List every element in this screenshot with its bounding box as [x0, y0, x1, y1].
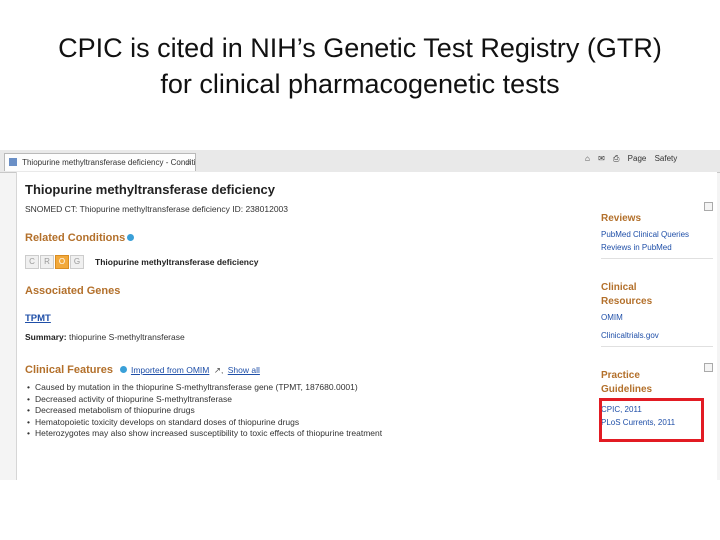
- gene-summary: Summary: thiopurine S-methyltransferase: [25, 332, 585, 342]
- slide-title-line-2: for clinical pharmacogenetic tests: [160, 69, 560, 99]
- clinical-features-list: Caused by mutation in the thiopurine S-m…: [25, 382, 585, 440]
- sidebar: Reviews PubMed Clinical Queries Reviews …: [601, 202, 713, 427]
- favicon-icon: [9, 158, 17, 166]
- list-item: Heterozygotes may also show increased su…: [27, 428, 585, 440]
- slide-title-line-1: CPIC is cited in NIH’s Genetic Test Regi…: [58, 33, 662, 63]
- browser-screenshot: Thiopurine methyltransferase deficiency …: [0, 150, 720, 480]
- external-link-icon: ↗: [213, 365, 221, 375]
- divider: [601, 258, 713, 259]
- show-all-link[interactable]: Show all: [228, 365, 260, 375]
- collapse-icon[interactable]: [704, 202, 713, 211]
- reviews-in-pubmed-link[interactable]: Reviews in PubMed: [601, 243, 713, 252]
- main-content: Thiopurine methyltransferase deficiency …: [25, 182, 585, 440]
- tab-title: Thiopurine methyltransferase deficiency …: [22, 158, 196, 167]
- clinicaltrials-link[interactable]: Clinicaltrials.gov: [601, 331, 713, 340]
- omim-link[interactable]: OMIM: [601, 313, 713, 322]
- page-menu[interactable]: Page: [628, 154, 647, 163]
- practice-guidelines-heading: Practice Guidelines: [601, 369, 713, 397]
- o-box: O: [55, 255, 69, 269]
- home-icon[interactable]: ⌂: [585, 154, 590, 163]
- snomed-line: SNOMED CT: Thiopurine methyltransferase …: [25, 204, 288, 214]
- safety-menu[interactable]: Safety: [655, 154, 678, 163]
- practice-guidelines-heading-line-2: Guidelines: [601, 384, 653, 395]
- print-icon[interactable]: ⎙: [613, 154, 619, 163]
- related-conditions-header: Related Conditions: [25, 228, 585, 246]
- related-condition-row: C R O G Thiopurine methyltransferase def…: [25, 255, 585, 269]
- clinical-features-header: Clinical Features Imported from OMIM ↗, …: [25, 360, 585, 378]
- gene-link[interactable]: TPMT: [25, 313, 51, 324]
- comma-separator: ,: [220, 365, 224, 375]
- reviews-heading: Reviews: [601, 213, 642, 224]
- clinical-resources-heading-line-2: Resources: [601, 296, 653, 307]
- c-box: C: [25, 255, 39, 269]
- help-icon[interactable]: [127, 234, 135, 241]
- tab-close-icon[interactable]: ×: [186, 154, 191, 171]
- associated-genes-heading: Associated Genes: [25, 285, 121, 297]
- browser-toolbar: ⌂ ✉ ⎙ Page Safety: [585, 154, 683, 164]
- list-item: Caused by mutation in the thiopurine S-m…: [27, 382, 585, 394]
- page-heading: Thiopurine methyltransferase deficiency: [25, 182, 275, 197]
- browser-tab[interactable]: Thiopurine methyltransferase deficiency …: [4, 153, 196, 171]
- clinical-features-heading: Clinical Features: [25, 364, 114, 376]
- clinical-resources-heading-line-1: Clinical: [601, 282, 637, 293]
- pubmed-clinical-queries-link[interactable]: PubMed Clinical Queries: [601, 230, 713, 239]
- list-item: Decreased activity of thiopurine S-methy…: [27, 394, 585, 406]
- clinical-resources-heading: Clinical Resources: [601, 281, 713, 309]
- slide-title: CPIC is cited in NIH’s Genetic Test Regi…: [20, 30, 700, 102]
- list-item: Decreased metabolism of thiopurine drugs: [27, 405, 585, 417]
- divider: [601, 346, 713, 347]
- practice-guidelines-highlight-box: [599, 398, 704, 442]
- collapse-icon[interactable]: [704, 363, 713, 372]
- mail-icon[interactable]: ✉: [598, 154, 605, 163]
- page-content: Thiopurine methyltransferase deficiency …: [16, 172, 717, 480]
- clinical-resources-section: Clinical Resources OMIM Clinicaltrials.g…: [601, 281, 713, 340]
- list-item: Hematopoietic toxicity develops on stand…: [27, 417, 585, 429]
- imported-from-omim-link[interactable]: Imported from OMIM: [131, 365, 209, 375]
- summary-text: thiopurine S-methyltransferase: [68, 332, 185, 342]
- reviews-section: Reviews PubMed Clinical Queries Reviews …: [601, 202, 713, 252]
- g-box: G: [70, 255, 84, 269]
- r-box: R: [40, 255, 54, 269]
- related-conditions-heading: Related Conditions: [25, 232, 126, 244]
- related-condition-link[interactable]: Thiopurine methyltransferase deficiency: [95, 257, 258, 267]
- practice-guidelines-heading-line-1: Practice: [601, 370, 640, 381]
- summary-label: Summary:: [25, 332, 67, 342]
- help-icon[interactable]: [119, 366, 127, 373]
- gene-row: TPMT: [25, 308, 585, 326]
- browser-tab-bar: Thiopurine methyltransferase deficiency …: [0, 150, 720, 173]
